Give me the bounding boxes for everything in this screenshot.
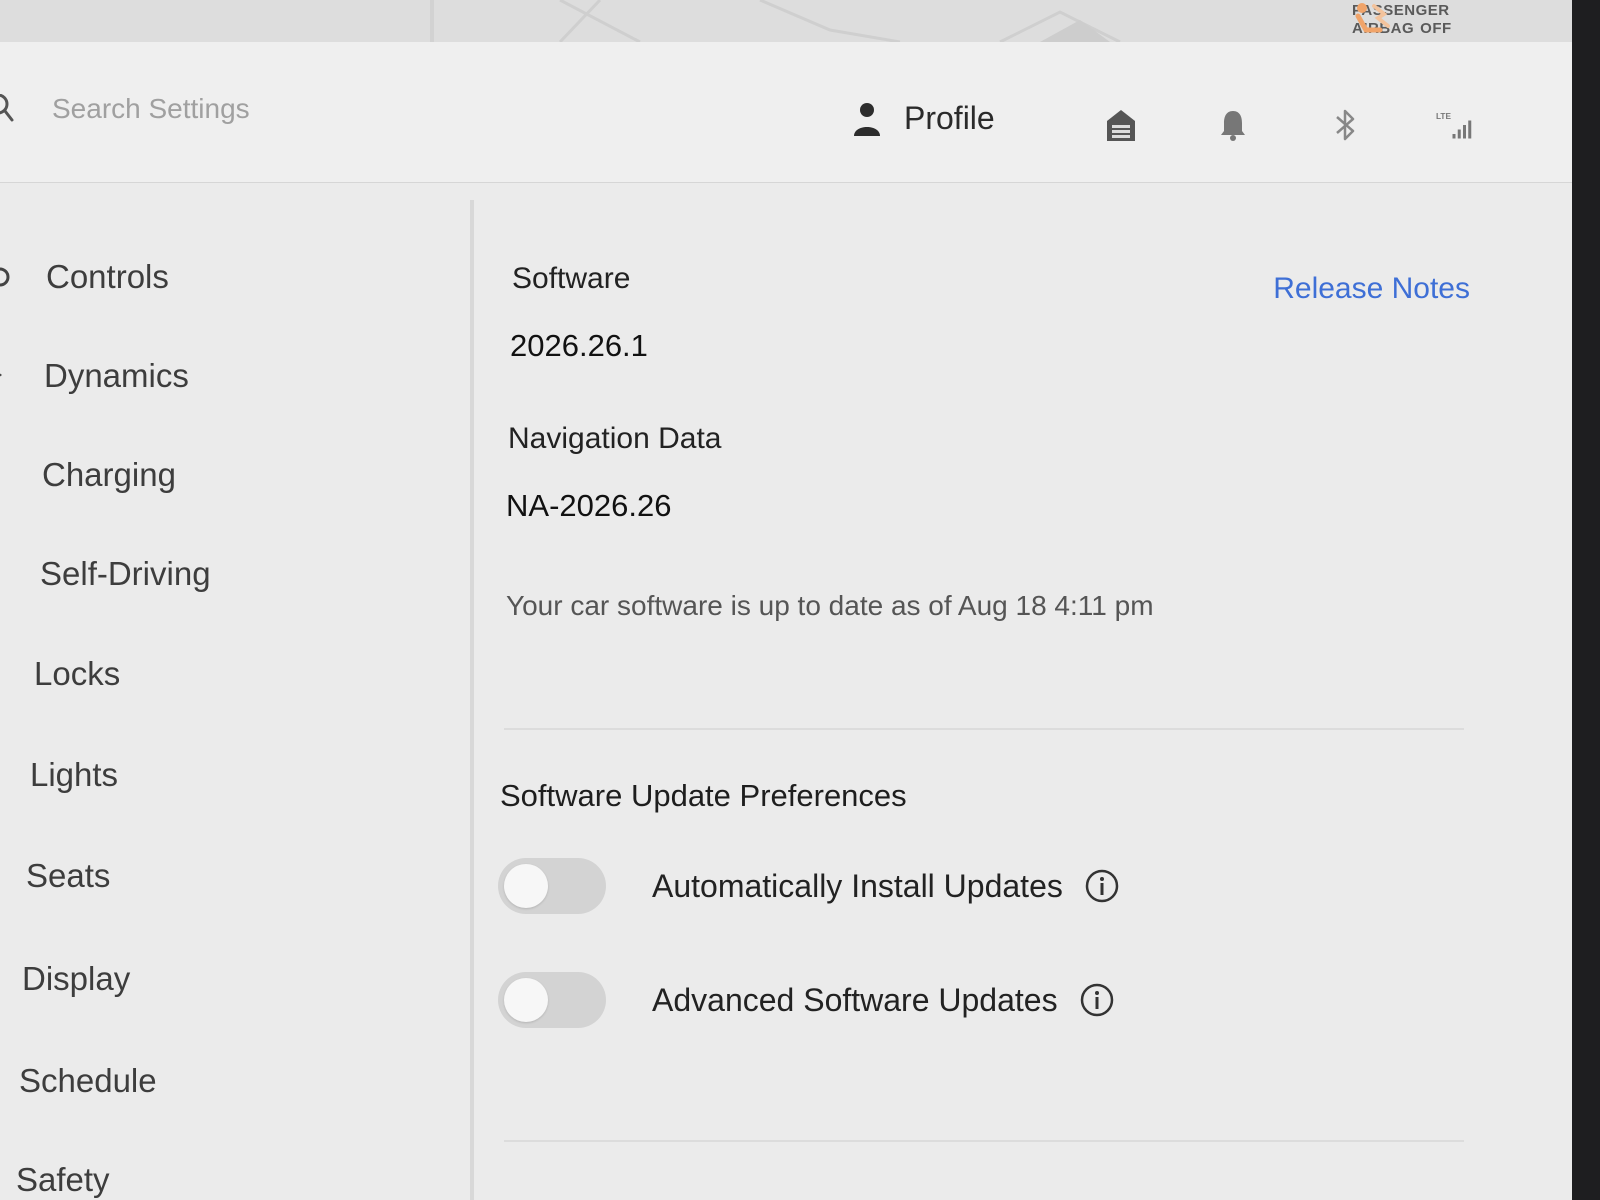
lte-label: LTE [1436,112,1451,121]
bolt-icon [0,460,20,490]
sidebar-item-label: Seats [26,857,111,894]
sidebar-item-label: Controls [46,258,169,295]
profile-button[interactable]: Profile [852,100,995,137]
search-input[interactable] [50,92,414,126]
search-icon [0,94,14,122]
map-strip: PASSENGER AIRBAG OFF [0,0,1572,43]
bell-icon[interactable] [1212,104,1254,146]
sidebar-item-label: Schedule [19,1062,157,1099]
section-divider [504,728,1464,730]
toggle-row-advanced-updates: Advanced Software Updates [498,972,1114,1028]
software-panel: Software Release Notes 2026.26.1 Navigat… [490,200,1490,1200]
sidebar-item-schedule[interactable]: Schedule [19,1051,157,1111]
toggle-knob [504,864,548,908]
sidebar-item-label: Self-Driving [40,555,211,592]
section-divider [504,1140,1464,1142]
sidebar-item-charging[interactable]: Charging [2,445,176,505]
toggle-label: Advanced Software Updates [652,981,1058,1018]
garage-icon[interactable] [1100,104,1142,146]
sidebar-item-display[interactable]: Display [22,949,130,1009]
sidebar-item-lights[interactable]: Lights [30,745,118,805]
advanced-software-updates-toggle[interactable] [498,972,606,1028]
software-label: Software [512,262,631,295]
info-icon[interactable] [1080,983,1114,1017]
software-version: 2026.26.1 [510,328,648,363]
update-status-text: Your car software is up to date as of Au… [506,590,1154,621]
lte-signal-icon: LTE [1436,104,1478,146]
sidebar-item-label: Locks [34,655,121,692]
sidebar-item-label: Display [22,960,131,997]
map-background [0,0,1572,42]
screen-bezel [1572,0,1600,1200]
navigation-data-label: Navigation Data [508,422,722,455]
sidebar-item-label: Dynamics [44,357,189,394]
navigation-data-version: NA-2026.26 [506,488,672,523]
toggle-row-auto-install: Automatically Install Updates [498,858,1119,914]
toggle-knob [504,978,548,1022]
sidebar-item-self-driving[interactable]: Self-Driving [0,544,211,604]
sidebar-item-label: Lights [30,756,119,793]
steering-icon [0,559,18,589]
passenger-airbag-indicator: PASSENGER AIRBAG OFF [1352,0,1552,40]
release-notes-link[interactable]: Release Notes [1273,272,1470,306]
status-icons: LTE [1100,104,1478,146]
profile-label: Profile [904,100,995,136]
settings-sidebar: Controls Dynamics Charging Self-Driving … [0,200,474,1200]
info-icon[interactable] [1085,869,1119,903]
sidebar-item-label: Safety [16,1161,110,1198]
sidebar-item-locks[interactable]: Locks [34,644,120,704]
airbag-state: OFF [1420,20,1452,37]
sidebar-item-seats[interactable]: Seats [26,846,110,906]
sidebar-item-dynamics[interactable]: Dynamics [0,346,189,406]
touchscreen: PASSENGER AIRBAGOFF Profile [0,0,1572,1200]
sidebar-item-label: Charging [42,456,176,493]
auto-install-updates-toggle[interactable] [498,858,606,914]
search-bar[interactable] [0,92,414,126]
airbag-seat-icon [1355,3,1390,33]
settings-header: Profile [0,42,1572,183]
sidebar-item-controls[interactable]: Controls [0,247,169,307]
bluetooth-icon[interactable] [1324,104,1366,146]
person-icon [854,102,880,136]
dynamics-icon [0,373,2,377]
update-preferences-title: Software Update Preferences [500,778,907,813]
car-icon [0,267,10,287]
sidebar-item-safety[interactable]: Safety [16,1150,110,1200]
toggle-label: Automatically Install Updates [652,867,1063,904]
